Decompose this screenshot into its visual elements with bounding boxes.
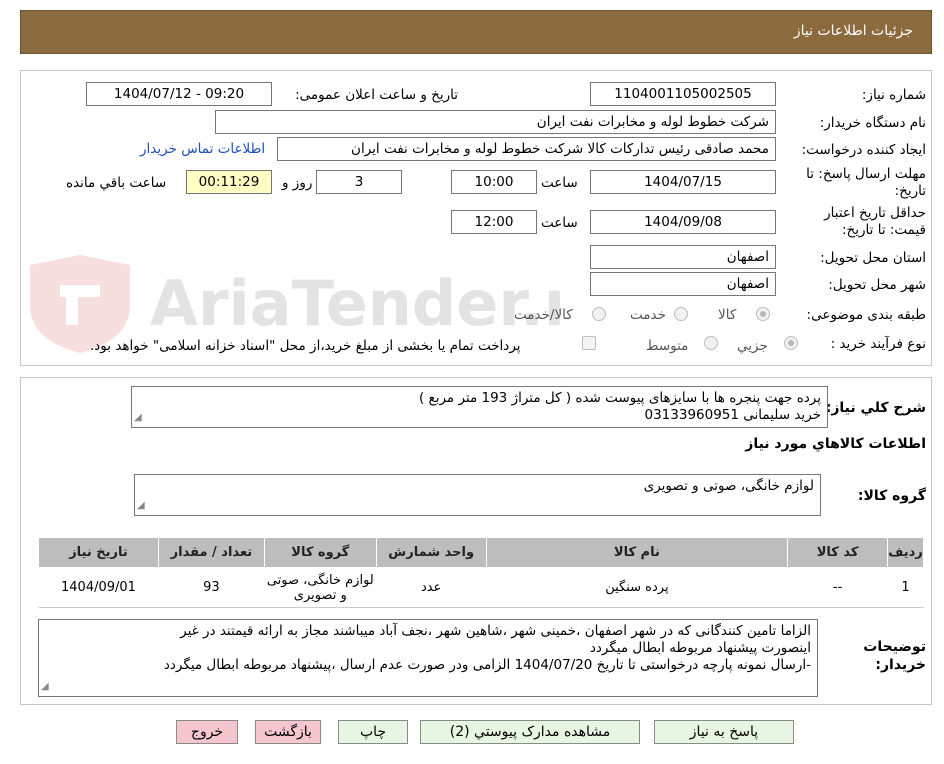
- reply-button[interactable]: پاسخ به نیاز: [654, 720, 794, 744]
- buyer-org-label: نام دستگاه خریدار:: [819, 115, 926, 131]
- summary-line-1: پرده جهت پنجره ها با سایزهای پیوست شده (…: [418, 390, 821, 406]
- group-value: لوازم خانگی، صوتی و تصویری: [643, 478, 814, 494]
- cell-date: 1404/09/01: [38, 567, 159, 608]
- announce-field: 1404/07/12 - 09:20: [86, 82, 272, 106]
- category-both-radio[interactable]: [592, 307, 606, 321]
- resize-grip-icon: ◢: [134, 412, 142, 423]
- exit-button[interactable]: خروج: [176, 720, 238, 744]
- page-header: جزئیات اطلاعات نیاز: [20, 10, 932, 54]
- col-code: کد کالا: [787, 537, 889, 568]
- col-unit: واحد شمارش: [375, 537, 487, 568]
- category-service-label: خدمت: [630, 307, 666, 323]
- need-number-field: 1104001105002505: [590, 82, 776, 106]
- summary-label: شرح کلي نياز:: [825, 400, 926, 416]
- cell-code: --: [787, 567, 888, 608]
- col-date: تاریخ نیاز: [38, 537, 159, 568]
- deadline-label: مهلت ارسال پاسخ: تا تاریخ:: [806, 166, 926, 199]
- city-field: اصفهان: [590, 272, 776, 296]
- notes-textarea[interactable]: الزاما تامین کنندگانی که در شهر اصفهان ،…: [38, 619, 818, 697]
- back-button[interactable]: بازگشت: [255, 720, 321, 744]
- process-small-radio[interactable]: [784, 336, 798, 350]
- cell-qty: 93: [158, 567, 265, 608]
- notes-line-2: اینصورت پیشنهاد مربوطه ابطال میگردد: [589, 640, 811, 656]
- deadline-time-field: 10:00: [451, 170, 537, 194]
- process-medium-label: متوسط: [646, 338, 689, 354]
- print-button[interactable]: چاپ: [338, 720, 408, 744]
- treasury-payment-checkbox[interactable]: [582, 336, 596, 350]
- remaining-label: ساعت باقي مانده: [66, 175, 167, 191]
- col-row: رديف: [887, 537, 924, 568]
- resize-grip-icon: ◢: [137, 500, 145, 511]
- validity-date-field: 1404/09/08: [590, 210, 776, 234]
- table-row[interactable]: 1 -- پرده سنگین عدد لوازم خانگی، صوتی و …: [38, 567, 924, 608]
- contact-buyer-link[interactable]: اطلاعات تماس خریدار: [140, 141, 265, 157]
- category-goods-radio[interactable]: [756, 307, 770, 321]
- col-name: نام کالا: [485, 537, 789, 568]
- col-qty: تعداد / مقدار: [157, 537, 265, 568]
- summary-textarea[interactable]: پرده جهت پنجره ها با سایزهای پیوست شده (…: [131, 386, 828, 428]
- category-service-radio[interactable]: [674, 307, 688, 321]
- notes-label: توضیحات خریدار:: [863, 639, 926, 673]
- days-field: 3: [316, 170, 402, 194]
- summary-line-2: خرید سلیمانی 03133960951: [644, 407, 822, 423]
- validity-label: حداقل تاریخ اعتبار قیمت: تا تاریخ:: [824, 205, 926, 238]
- province-field: اصفهان: [590, 245, 776, 269]
- notes-line-1: الزاما تامین کنندگانی که در شهر اصفهان ،…: [180, 623, 811, 639]
- province-label: استان محل تحویل:: [820, 250, 926, 266]
- process-small-label: جزیي: [737, 338, 768, 354]
- process-label: نوع فرآیند خرید :: [830, 336, 926, 352]
- announce-label: تاریخ و ساعت اعلان عمومی:: [295, 87, 458, 103]
- cell-group: لوازم خانگی، صوتی و تصویری: [264, 567, 377, 608]
- remaining-time-field: 00:11:29: [186, 170, 272, 194]
- city-label: شهر محل تحویل:: [828, 277, 926, 293]
- items-heading: اطلاعات کالاهاي مورد نياز: [745, 436, 926, 452]
- category-both-label: کالا/خدمت: [514, 307, 573, 323]
- days-label: روز و: [282, 175, 313, 191]
- treasury-payment-note: پرداخت تمام یا بخشی از مبلغ خرید،از محل …: [90, 338, 521, 354]
- cell-unit: عدد: [376, 567, 487, 608]
- cell-name: پرده سنگین: [486, 567, 788, 608]
- category-goods-label: کالا: [718, 307, 737, 323]
- group-textarea[interactable]: لوازم خانگی، صوتی و تصویری ◢: [134, 474, 821, 516]
- view-attachments-button[interactable]: مشاهده مدارک پیوستي (2): [420, 720, 640, 744]
- resize-grip-icon: ◢: [41, 681, 49, 692]
- validity-time-label: ساعت: [541, 215, 578, 231]
- category-label: طبقه بندی موضوعی:: [806, 307, 926, 323]
- deadline-date-field: 1404/07/15: [590, 170, 776, 194]
- table-header-row: رديف کد کالا نام کالا واحد شمارش گروه کا…: [38, 537, 924, 568]
- validity-time-field: 12:00: [451, 210, 537, 234]
- requester-label: ایجاد کننده درخواست:: [801, 142, 926, 158]
- col-group: گروه کالا: [263, 537, 377, 568]
- page-title: جزئیات اطلاعات نیاز: [793, 23, 913, 39]
- group-label: گروه کالا:: [857, 488, 926, 504]
- notes-line-3: -ارسال نمونه پارچه درخواستی تا تاریخ 140…: [163, 657, 811, 673]
- need-number-label: شماره نیاز:: [861, 87, 926, 103]
- cell-row: 1: [887, 567, 924, 608]
- requester-field: محمد صادقی رئیس تدارکات کالا شرکت خطوط ل…: [277, 137, 776, 161]
- process-medium-radio[interactable]: [704, 336, 718, 350]
- items-table: رديف کد کالا نام کالا واحد شمارش گروه کا…: [38, 537, 924, 608]
- deadline-time-label: ساعت: [541, 175, 578, 191]
- buyer-org-field: شرکت خطوط لوله و مخابرات نفت ایران: [215, 110, 776, 134]
